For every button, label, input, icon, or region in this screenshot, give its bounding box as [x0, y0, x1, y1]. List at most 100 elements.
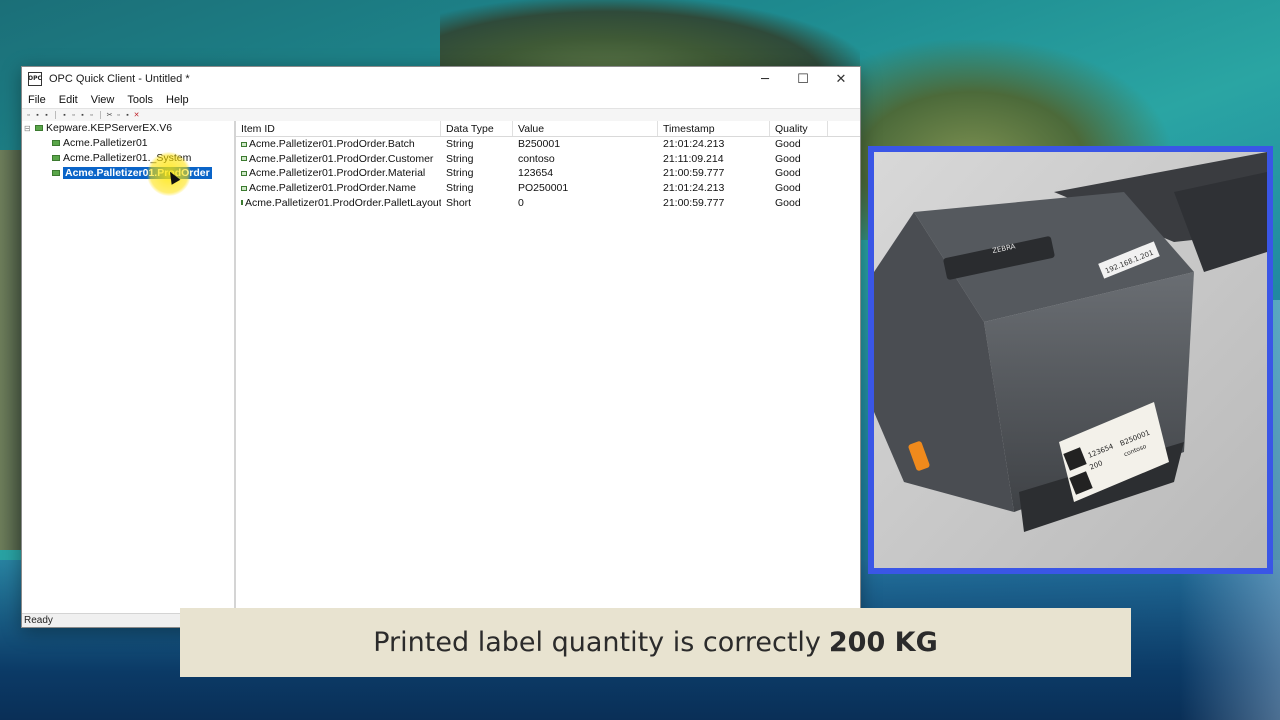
tag-icon — [241, 170, 247, 176]
cell-data-type: String — [441, 153, 513, 165]
cell-quality: Good — [770, 153, 828, 165]
cell-quality-text: Good — [775, 196, 801, 209]
cut-icon[interactable]: ✂ — [106, 112, 113, 119]
new-icon[interactable]: ▫ — [25, 112, 32, 119]
menu-edit[interactable]: Edit — [57, 94, 85, 106]
cell-quality-text: Good — [775, 138, 801, 151]
cell-value-text: contoso — [518, 152, 555, 165]
tree-item-palletizer01[interactable]: Acme.Palletizer01 — [52, 136, 148, 150]
cell-timestamp: 21:00:59.777 — [658, 167, 770, 179]
paste-icon[interactable]: ▪ — [124, 112, 131, 119]
toolbar: ▫ ▪ ▪ ▪ ▫ ▪ ▫ ✂ ▫ ▪ ✕ — [22, 109, 860, 121]
opc-quick-client-window: OPC OPC Quick Client - Untitled * ─ ☐ ✕ … — [21, 66, 861, 628]
menu-tools[interactable]: Tools — [125, 94, 160, 106]
list-header: Item ID Data Type Value Timestamp Qualit… — [236, 121, 860, 137]
cell-data-type: String — [441, 167, 513, 179]
cell-value: contoso — [513, 153, 658, 165]
item-list: Item ID Data Type Value Timestamp Qualit… — [236, 121, 860, 613]
cell-item-id: Acme.Palletizer01.ProdOrder.Material — [236, 167, 441, 179]
column-header-item-id[interactable]: Item ID — [236, 121, 441, 136]
group-icon — [52, 140, 60, 146]
cell-quality-text: Good — [775, 167, 801, 180]
menu-bar: File Edit View Tools Help — [22, 91, 860, 109]
group-icon — [52, 170, 60, 176]
delete-icon[interactable]: ✕ — [133, 112, 140, 119]
cell-timestamp: 21:11:09.214 — [658, 153, 770, 165]
cell-item-id-text: Acme.Palletizer01.ProdOrder.Material — [249, 167, 426, 180]
column-header-quality[interactable]: Quality — [770, 121, 828, 136]
tree-root[interactable]: ⊟ Kepware.KEPServerEX.V6 — [24, 121, 172, 135]
cell-item-id-text: Acme.Palletizer01.ProdOrder.Customer — [249, 152, 434, 165]
maximize-button[interactable]: ☐ — [784, 67, 822, 91]
cell-timestamp: 21:01:24.213 — [658, 138, 770, 150]
caption-emphasis: 200 KG — [828, 627, 938, 658]
cell-value-text: 0 — [518, 196, 524, 209]
cell-timestamp: 21:00:59.777 — [658, 197, 770, 209]
minimize-button[interactable]: ─ — [746, 67, 784, 91]
cell-item-id: Acme.Palletizer01.ProdOrder.Name — [236, 182, 441, 194]
menu-file[interactable]: File — [26, 94, 53, 106]
close-button[interactable]: ✕ — [822, 67, 860, 91]
client-panes: ⊟ Kepware.KEPServerEX.V6 Acme.Palletizer… — [22, 121, 860, 613]
cell-quality: Good — [770, 197, 828, 209]
tree-root-label: Kepware.KEPServerEX.V6 — [46, 122, 173, 134]
list-rows: Acme.Palletizer01.ProdOrder.Batch String B… — [236, 137, 860, 210]
opc-app-icon: OPC — [28, 72, 42, 86]
new-group-icon[interactable]: ▫ — [70, 112, 77, 119]
cell-data-type: Short — [441, 197, 513, 209]
cell-value: B250001 — [513, 138, 658, 150]
title-bar[interactable]: OPC OPC Quick Client - Untitled * ─ ☐ ✕ — [22, 67, 860, 91]
new-server-icon[interactable]: ▪ — [61, 112, 68, 119]
table-row[interactable]: Acme.Palletizer01.ProdOrder.Customer Stri… — [236, 152, 860, 167]
toolbar-separator — [55, 111, 56, 119]
cell-timestamp-text: 21:01:24.213 — [663, 182, 725, 195]
tag-icon — [241, 156, 247, 162]
cell-quality: Good — [770, 167, 828, 179]
menu-view[interactable]: View — [89, 94, 122, 106]
camera-inset: ZEBRA 192.168.1.201 123654 B250001 conto… — [868, 146, 1273, 574]
toolbar-separator — [100, 111, 101, 119]
cell-quality: Good — [770, 182, 828, 194]
open-icon[interactable]: ▪ — [34, 112, 41, 119]
column-header-value[interactable]: Value — [513, 121, 658, 136]
column-header-timestamp[interactable]: Timestamp — [658, 121, 770, 136]
table-row[interactable]: Acme.Palletizer01.ProdOrder.Material Stri… — [236, 166, 860, 181]
tag-icon — [241, 185, 247, 191]
properties-icon[interactable]: ▫ — [88, 112, 95, 119]
cell-timestamp: 21:01:24.213 — [658, 182, 770, 194]
group-icon — [52, 155, 60, 161]
tag-icon — [241, 200, 243, 206]
cell-item-id: Acme.Palletizer01.ProdOrder.PalletLayout — [236, 197, 441, 209]
cell-value: 123654 — [513, 167, 658, 179]
cell-value-text: 123654 — [518, 167, 554, 180]
column-header-data-type[interactable]: Data Type — [441, 121, 513, 136]
menu-help[interactable]: Help — [164, 94, 196, 106]
caption-banner: Printed label quantity is correctly 200 … — [180, 608, 1131, 677]
cell-value-text: B250001 — [518, 138, 561, 151]
collapse-icon[interactable]: ⊟ — [24, 124, 33, 133]
cell-quality: Good — [770, 138, 828, 150]
cell-item-id-text: Acme.Palletizer01.ProdOrder.PalletLayout — [245, 196, 441, 209]
table-row[interactable]: Acme.Palletizer01.ProdOrder.Name String PO… — [236, 181, 860, 196]
cell-timestamp-text: 21:00:59.777 — [663, 167, 725, 180]
cell-data-type-text: String — [446, 167, 474, 180]
copy-icon[interactable]: ▫ — [115, 112, 122, 119]
cell-value-text: PO250001 — [518, 182, 569, 195]
server-tree: ⊟ Kepware.KEPServerEX.V6 Acme.Palletizer… — [22, 121, 236, 613]
cell-item-id: Acme.Palletizer01.ProdOrder.Customer — [236, 153, 441, 165]
table-row[interactable]: Acme.Palletizer01.ProdOrder.Batch String B… — [236, 137, 860, 152]
cell-value: 0 — [513, 197, 658, 209]
cell-data-type-text: String — [446, 138, 474, 151]
window-controls: ─ ☐ ✕ — [746, 67, 860, 91]
cell-data-type: String — [441, 182, 513, 194]
new-item-icon[interactable]: ▪ — [79, 112, 86, 119]
table-row[interactable]: Acme.Palletizer01.ProdOrder.PalletLayout… — [236, 195, 860, 210]
cell-quality-text: Good — [775, 152, 801, 165]
cell-data-type-text: String — [446, 152, 474, 165]
cell-item-id: Acme.Palletizer01.ProdOrder.Batch — [236, 138, 441, 150]
cell-timestamp-text: 21:01:24.213 — [663, 138, 725, 151]
cell-timestamp-text: 21:11:09.214 — [663, 152, 724, 165]
server-icon — [35, 125, 43, 131]
status-text: Ready — [24, 615, 53, 626]
save-icon[interactable]: ▪ — [43, 112, 50, 119]
